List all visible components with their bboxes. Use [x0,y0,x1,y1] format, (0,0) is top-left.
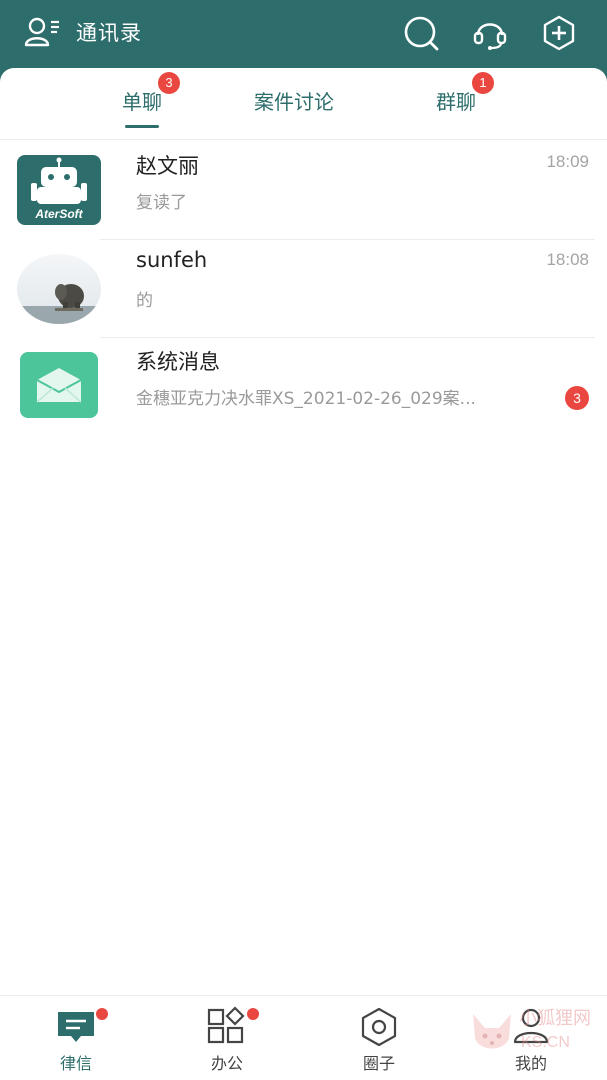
chat-bubble-icon [58,1012,94,1042]
message-time: 18:08 [546,250,589,269]
notification-dot [247,1008,259,1020]
hexagon-icon [361,1007,397,1046]
nav-item-office[interactable]: 办公 [177,1006,277,1074]
chat-item-sunfeh[interactable]: sunfeh 18:08 的 [0,240,607,338]
contact-name: sunfeh [136,248,208,272]
contacts-icon [24,17,59,47]
active-tab-indicator [125,125,159,128]
nav-label: 圈子 [362,1054,395,1073]
tab-label: 单聊 [122,90,162,114]
watermark-text: 小狐狸网 [519,1008,591,1029]
message-preview: 复读了 [136,193,187,213]
watermark-text: KS.CN [521,1034,570,1051]
chat-tabs: 单聊 3 案件讨论 群聊 1 [0,68,607,140]
avatar-brand-text: AterSoft [35,207,83,221]
tab-single-chat[interactable]: 单聊 3 [122,72,180,128]
search-icon[interactable] [403,15,439,51]
nav-label: 办公 [210,1054,243,1073]
unread-badge: 3 [565,386,589,410]
message-preview: 的 [136,291,153,311]
elephant-photo-icon [17,254,101,324]
nav-label: 律信 [59,1054,92,1073]
avatar [20,352,98,418]
headset-icon[interactable] [472,15,508,51]
avatar [17,254,101,324]
unread-badge: 1 [472,72,494,94]
contacts-label: 通讯录 [76,21,142,45]
tab-group-chat[interactable]: 群聊 1 [436,72,494,115]
tab-label: 案件讨论 [254,90,334,114]
chat-item-zhao-wenli[interactable]: AterSoft 赵文丽 18:09 复读了 [0,142,607,240]
nav-item-circle[interactable]: 圈子 [329,1006,429,1074]
unread-badge: 3 [158,72,180,94]
add-icon[interactable] [541,15,577,51]
tab-label: 群聊 [436,90,476,114]
contact-name: 赵文丽 [136,154,199,178]
watermark: 小狐狸网 KS.CN [469,1000,599,1070]
nav-item-lvxin[interactable]: 律信 [26,1006,126,1074]
tab-case-discussion[interactable]: 案件讨论 [254,86,334,115]
envelope-icon [36,368,82,403]
chat-item-system-messages[interactable]: 系统消息 金穗亚克力决水罪XS_2021-02-26_029案... 3 [0,338,607,436]
message-preview: 金穗亚克力决水罪XS_2021-02-26_029案... [136,389,476,409]
contact-name: 系统消息 [136,350,220,374]
avatar: AterSoft [17,155,101,225]
office-grid-icon [207,1006,245,1044]
contacts-button[interactable]: 通讯录 [24,16,142,48]
fox-logo-icon [473,1014,511,1049]
message-time: 18:09 [546,152,589,171]
notification-dot [96,1008,108,1020]
